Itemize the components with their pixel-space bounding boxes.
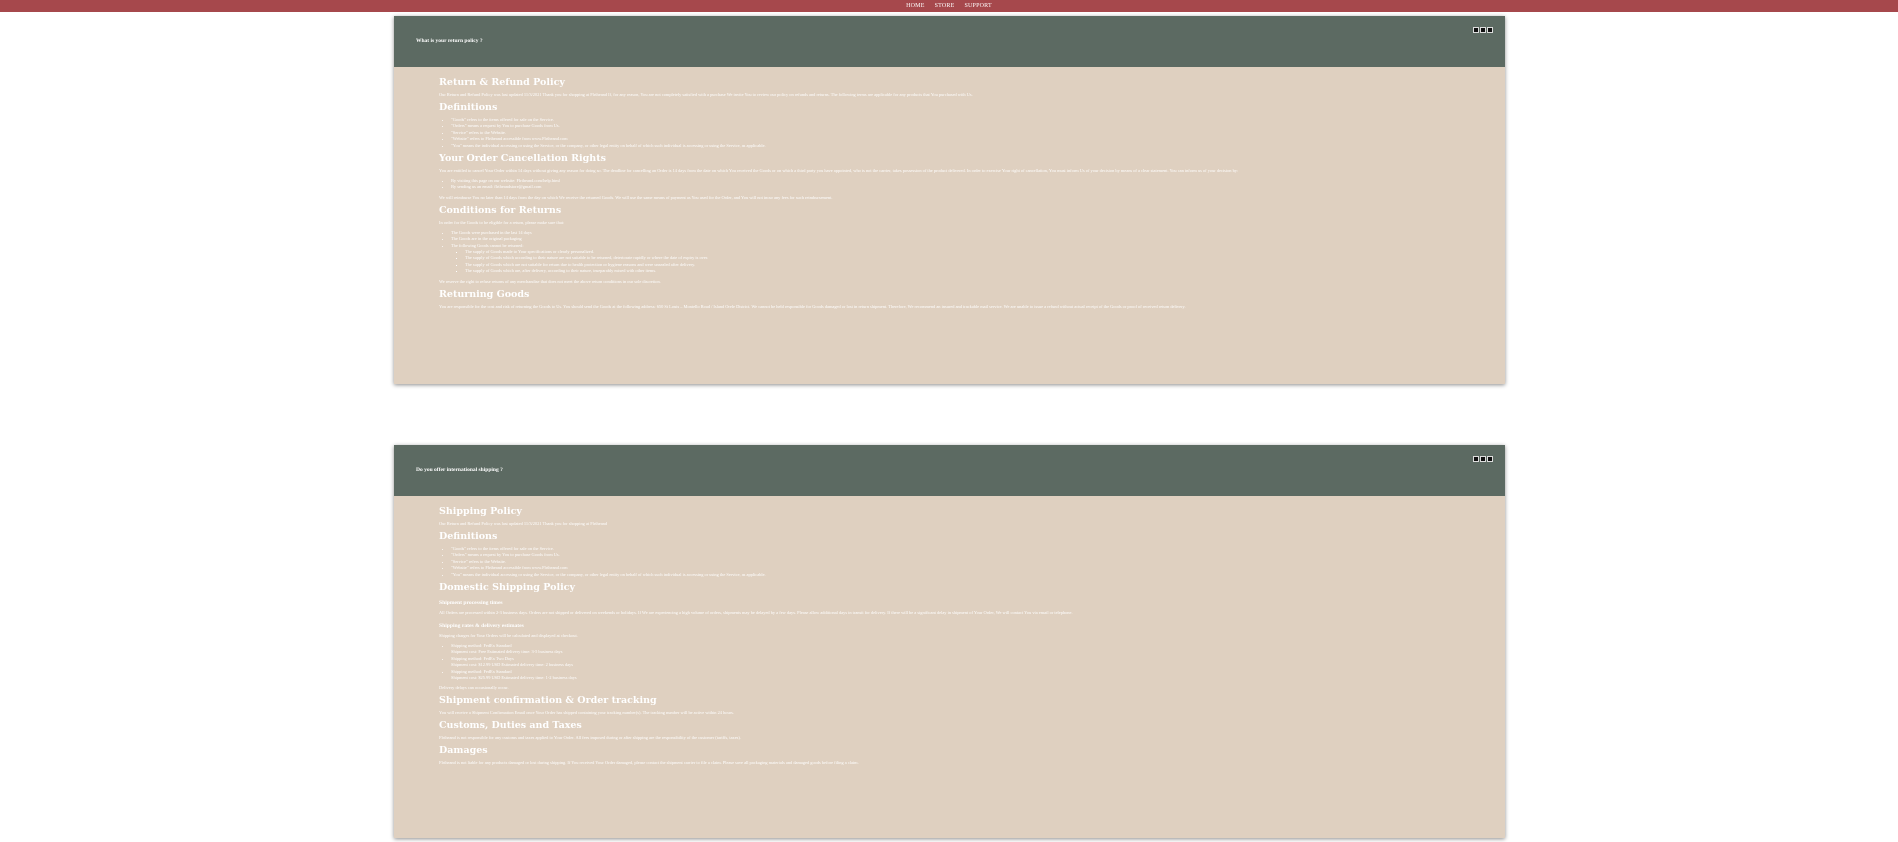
panel-window-controls [1473,456,1493,462]
paragraph: Our Return and Refund Policy was last up… [439,92,973,97]
nav-home-link[interactable]: HOME [906,3,924,9]
close-icon[interactable] [1487,456,1493,462]
list-item-text: Shipment cost: $25.99 USD Estimated deli… [451,675,577,681]
paragraph: We will reimburse You no later than 14 d… [439,194,833,200]
list-item: "You" means the individual accessing or … [451,572,1460,578]
list-item-text: Shipping method: FedEx Two Days [451,655,514,661]
list-item: "You" means the individual accessing or … [451,143,1460,149]
paragraph: Our Return and Refund Policy was last up… [439,521,608,526]
list-item: Shipping method: FedEx Standard Shipment… [451,669,1460,682]
paragraph: Flrtheand is not liable for any products… [439,760,859,766]
section-title: Definitions [439,531,498,542]
paragraph: Shipping charges for Your Orders will be… [439,633,578,639]
paragraph: You will receive a Shipment Confirmation… [439,710,734,716]
list-item: The supply of Goods which are, after del… [465,268,1460,274]
list-item: Shipping method: FedEx Standard Shipment… [451,643,1460,656]
section-title: Shipment confirmation & Order tracking [439,695,657,707]
paragraph: Delivery delays can occasionally occur. [439,685,509,691]
list-item-text: The following Goods cannot be returned: [451,242,524,248]
faq-question: What is your return policy ? [416,38,483,44]
minimize-icon[interactable] [1473,456,1479,462]
section-title: Domestic Shipping Policy [439,582,575,594]
section-title: Return & Refund Policy [439,77,565,88]
panel-window-controls [1473,27,1493,33]
maximize-icon[interactable] [1480,456,1486,462]
nav-support-link[interactable]: SUPPORT [964,3,991,9]
section-title: Damages [439,745,488,757]
paragraph: In order for the Goods to be eligible fo… [439,219,565,225]
minimize-icon[interactable] [1473,27,1479,33]
exclusions-list: The supply of Goods made to Your specifi… [451,249,1460,275]
paragraph: You are entitled to cancel Your Order wi… [439,168,1239,174]
list-item: The following Goods cannot be returned: … [451,243,1460,275]
faq-panel-body: Shipping Policy Our Return and Refund Po… [394,496,1505,838]
section-title: Shipping Policy [439,506,522,517]
nav-store-link[interactable]: STORE [935,3,955,9]
faq-panel-header[interactable]: What is your return policy ? [394,16,1505,67]
definitions-list: "Goods" refers to the items offered for … [439,117,1460,149]
list-item: Shipping method: FedEx Two Days Shipment… [451,656,1460,669]
faq-panel-shipping: Do you offer international shipping ? Sh… [394,445,1505,838]
section-title: Definitions [439,102,498,113]
faq-question: Do you offer international shipping ? [416,467,503,473]
faq-panel-returns: What is your return policy ? Return & Re… [394,16,1505,384]
section-title: Your Order Cancellation Rights [439,153,606,165]
list-item-text: Shipping method: FedEx Standard [451,668,512,674]
list-item-text: Shipment cost: Free Estimated delivery t… [451,649,563,655]
faq-panel-header[interactable]: Do you offer international shipping ? [394,445,1505,496]
paragraph: You are responsible for the cost and ris… [439,303,1186,309]
conditions-list: The Goods were purchased in the last 14 … [439,230,1460,275]
definitions-list: "Goods" refers to the items offered for … [439,546,1460,578]
maximize-icon[interactable] [1480,27,1486,33]
subsection-title: Shipment processing times [439,600,503,607]
section-title: Returning Goods [439,288,530,300]
rates-list: Shipping method: FedEx Standard Shipment… [439,643,1460,681]
paragraph: Flrtheand is not responsible for any cus… [439,735,741,741]
close-icon[interactable] [1487,27,1493,33]
cancel-methods-list: By visiting this page on our website: Fl… [439,178,1460,191]
paragraph: All Orders are processed within 2-3 busi… [439,610,1073,616]
subsection-title: Shipping rates & delivery estimates [439,623,524,630]
top-nav-bar: HOME STORE SUPPORT [0,0,1898,12]
list-item: By sending us an email: flrtheandstore@g… [451,184,1460,190]
section-title: Customs, Duties and Taxes [439,720,582,732]
list-item-text: Shipping method: FedEx Standard [451,643,512,649]
paragraph: We reserve the right to refuse returns o… [439,278,661,284]
section-title: Conditions for Returns [439,204,562,216]
faq-panel-body: Return & Refund Policy Our Return and Re… [394,67,1505,384]
list-item-text: Shipment cost: $12.99 USD Estimated deli… [451,662,573,668]
